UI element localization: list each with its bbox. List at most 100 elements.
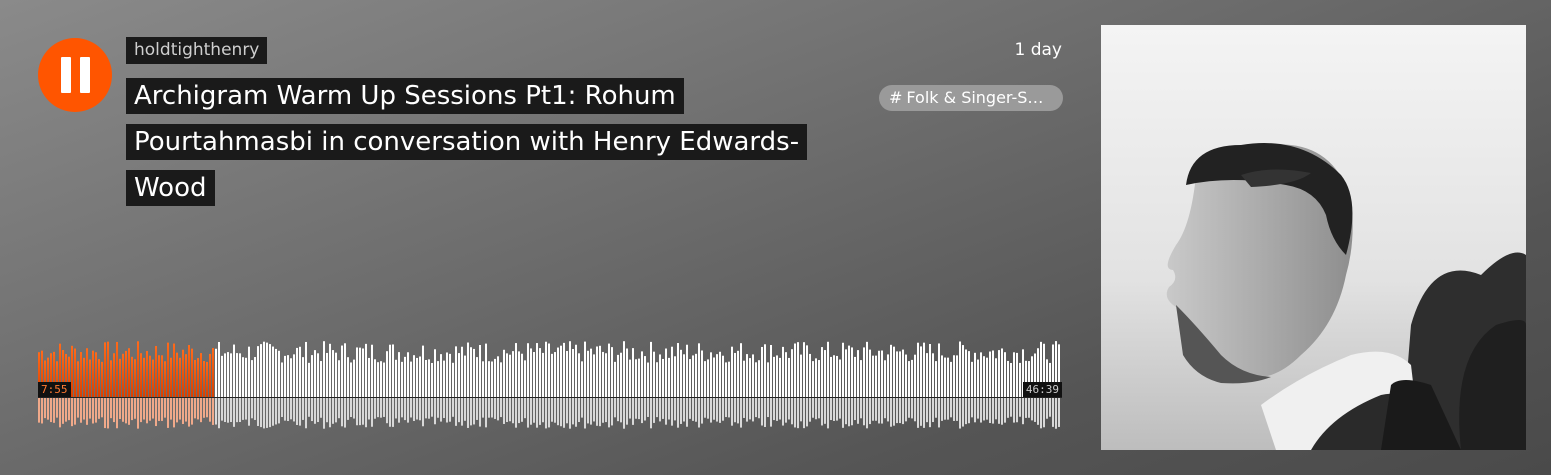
waveform-reflection-bar (488, 398, 490, 418)
waveform-bar (608, 343, 610, 397)
waveform-bar (332, 350, 334, 397)
waveform-bar (482, 361, 484, 397)
waveform-reflection-bar (887, 398, 889, 422)
waveform-reflection-bar (173, 398, 175, 428)
waveform-reflection-bar (680, 398, 682, 424)
waveform-reflection-bar (911, 398, 913, 419)
waveform-reflection-bar (431, 398, 433, 417)
waveform-reflection-bar (1001, 398, 1003, 425)
waveform-reflection-bar (410, 398, 412, 418)
waveform-bar (662, 358, 664, 397)
waveform-reflection-bar (428, 398, 430, 419)
waveform-bar (437, 361, 439, 397)
waveform-bar (206, 361, 208, 397)
waveform-reflection-bar (206, 398, 208, 418)
waveform-bar (413, 355, 415, 397)
waveform-reflection-bar (227, 398, 229, 423)
waveform-bar (512, 351, 514, 397)
waveform-reflection-bar (701, 398, 703, 424)
waveform-reflection-bar (989, 398, 991, 424)
waveform-bar (356, 347, 358, 397)
waveform-reflection-bar (515, 398, 517, 428)
waveform-bar (650, 341, 652, 397)
waveform-reflection-bar (509, 398, 511, 422)
waveform-reflection-bar (944, 398, 946, 420)
waveform-bar (803, 342, 805, 397)
track-title-text[interactable]: Archigram Warm Up Sessions Pt1: Rohum Po… (126, 78, 808, 206)
waveform-bar (272, 346, 274, 397)
waveform-bar (947, 357, 949, 397)
waveform-bar (788, 357, 790, 397)
waveform-reflection-bar (650, 398, 652, 429)
waveform-bar (269, 344, 271, 397)
waveform-bar (806, 345, 808, 397)
waveform-reflection-bar (560, 398, 562, 427)
waveform-bar (407, 352, 409, 397)
waveform-bar (260, 344, 262, 397)
waveform-bar (344, 343, 346, 397)
waveform-reflection-bar (329, 398, 331, 428)
waveform-reflection-bar (314, 398, 316, 424)
waveform-bar (116, 341, 118, 397)
waveform-reflection-bar (77, 398, 79, 418)
waveform-reflection-bar (281, 398, 283, 417)
waveform-reflection-bar (707, 398, 709, 419)
waveform-bar (614, 361, 616, 397)
waveform-reflection-bar (521, 398, 523, 422)
waveform-reflection-bar (722, 398, 724, 421)
waveform-bar (362, 348, 364, 397)
waveform-bar (293, 354, 295, 397)
waveform-bar (395, 359, 397, 397)
waveform-bar (554, 352, 556, 397)
waveform-reflection-bar (302, 398, 304, 420)
waveform-reflection-bar (239, 398, 241, 423)
waveform-bar (695, 353, 697, 397)
waveform-reflection-bar (812, 398, 814, 418)
waveform-reflection-bar (773, 398, 775, 421)
waveform-reflection-bar (641, 398, 643, 424)
waveform-reflection-bar (362, 398, 364, 425)
waveform-reflection-bar (935, 398, 937, 418)
waveform-bars[interactable] (38, 320, 1062, 430)
waveform-bar (692, 355, 694, 397)
waveform-bar (638, 358, 640, 397)
waveform-bar (194, 360, 196, 397)
waveform-bar (995, 358, 997, 397)
waveform-reflection-bar (107, 398, 109, 429)
waveform-reflection-bar (290, 398, 292, 420)
waveform-bar (872, 355, 874, 397)
waveform-reflection-bar (968, 398, 970, 424)
pause-button[interactable] (38, 38, 112, 112)
waveform-reflection-bar (896, 398, 898, 424)
waveform-bar (107, 341, 109, 397)
genre-tag-label: Folk & Singer-S… (906, 88, 1044, 107)
waveform-reflection-bar (161, 398, 163, 421)
waveform-reflection-bar (293, 398, 295, 422)
waveform-reflection-bar (965, 398, 967, 425)
waveform-reflection-bar (449, 398, 451, 422)
waveform-bar (704, 361, 706, 397)
waveform-reflection-bar (512, 398, 514, 424)
waveform-bar (179, 357, 181, 397)
waveform-bar (602, 351, 604, 397)
waveform-reflection-bar (83, 398, 85, 420)
waveform-reflection-bar (605, 398, 607, 423)
waveform-bar (773, 356, 775, 397)
genre-tag[interactable]: # Folk & Singer-S… (879, 85, 1063, 111)
waveform-bar (542, 352, 544, 397)
username-link[interactable]: holdtighthenry (126, 37, 268, 64)
waveform-bar (590, 348, 592, 397)
waveform-reflection-bar (443, 398, 445, 419)
waveform-bar (200, 353, 202, 397)
track-artwork[interactable] (1101, 25, 1526, 450)
waveform-reflection-bar (143, 398, 145, 420)
waveform-bar (860, 360, 862, 397)
waveform-bar (728, 361, 730, 397)
waveform-reflection-bar (299, 398, 301, 426)
waveform[interactable] (38, 320, 1062, 430)
waveform-reflection-bar (1058, 398, 1060, 427)
waveform-bar (929, 343, 931, 397)
waveform-bar (353, 359, 355, 397)
waveform-reflection-bar (134, 398, 136, 419)
track-title[interactable]: Archigram Warm Up Sessions Pt1: Rohum Po… (126, 73, 836, 211)
